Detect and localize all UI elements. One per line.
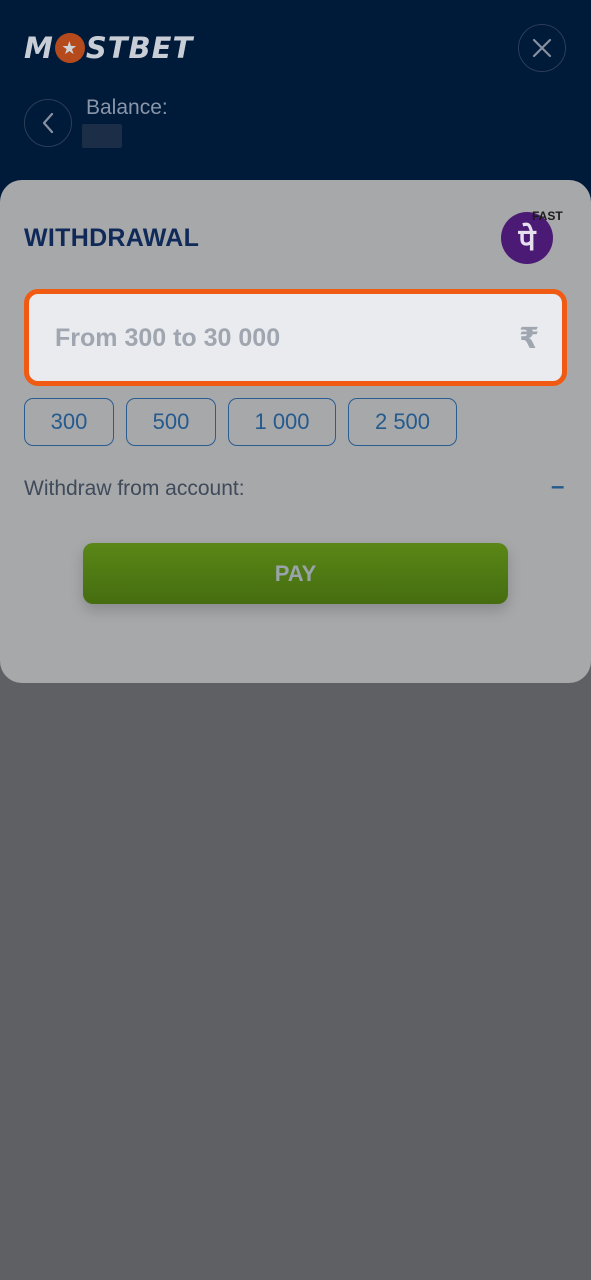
quick-amount-300[interactable]: 300	[24, 398, 114, 446]
header: M ★ STBET Balance:	[0, 0, 591, 210]
logo-text-left: M	[24, 31, 54, 65]
page-title: WITHDRAWAL	[24, 224, 200, 252]
balance-value-hidden	[82, 124, 122, 148]
pay-button[interactable]: PAY	[83, 543, 508, 604]
star-icon: ★	[54, 33, 85, 63]
chevron-left-icon	[42, 112, 54, 134]
amount-input[interactable]: From 300 to 30 000 ₹	[24, 289, 567, 386]
close-icon	[532, 38, 552, 58]
quick-amount-2500[interactable]: 2 500	[348, 398, 457, 446]
fast-badge: FAST	[532, 209, 563, 223]
logo-text-right: STBET	[85, 31, 194, 65]
withdraw-from-label: Withdraw from account:	[24, 477, 245, 500]
mostbet-logo[interactable]: M ★ STBET	[24, 30, 193, 66]
rupee-icon: ₹	[519, 321, 540, 355]
back-button[interactable]	[24, 99, 72, 147]
close-button[interactable]	[518, 24, 566, 72]
balance-label: Balance:	[86, 96, 168, 119]
withdraw-from-value: –	[551, 473, 565, 500]
quick-amount-500[interactable]: 500	[126, 398, 216, 446]
amount-placeholder: From 300 to 30 000	[55, 324, 281, 352]
quick-amount-1000[interactable]: 1 000	[228, 398, 336, 446]
